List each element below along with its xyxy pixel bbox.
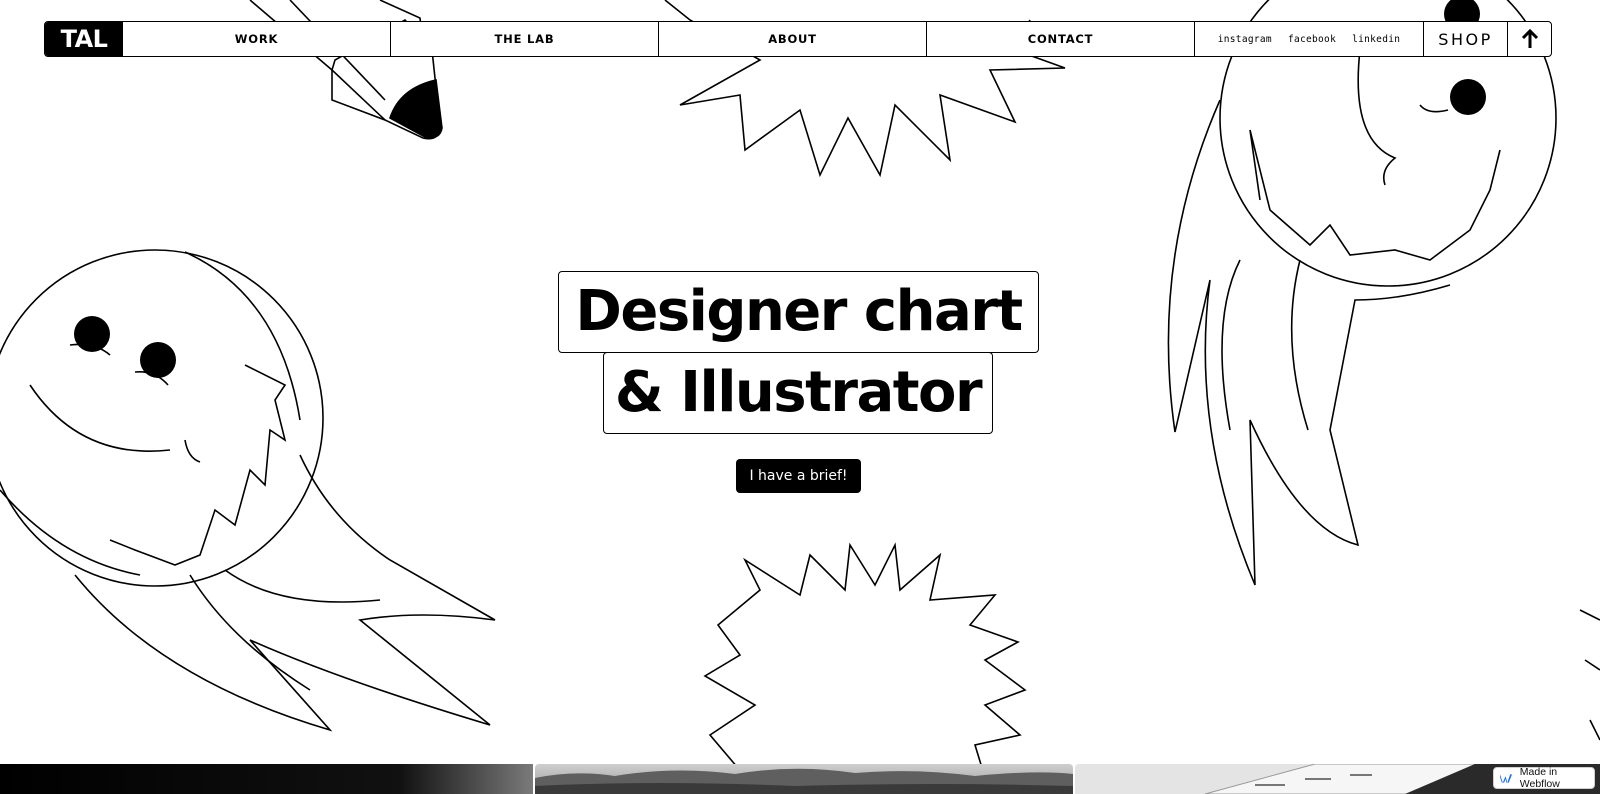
social-links: instagram facebook linkedin — [1194, 22, 1423, 56]
nav-link-work[interactable]: WORK — [123, 22, 390, 56]
nav-link-contact[interactable]: CONTACT — [926, 22, 1194, 56]
instagram-link[interactable]: instagram — [1218, 34, 1272, 45]
logo[interactable]: TAL — [45, 22, 123, 56]
arrow-up-icon — [1521, 29, 1538, 48]
brief-button[interactable]: I have a brief! — [736, 459, 861, 493]
project-card-1[interactable] — [0, 764, 533, 794]
nav-link-the-lab[interactable]: THE LAB — [390, 22, 658, 56]
linkedin-link[interactable]: linkedin — [1352, 34, 1400, 45]
smiley-comet-left — [0, 249, 496, 732]
top-navigation: TAL WORK THE LAB ABOUT CONTACT instagram… — [44, 21, 1552, 57]
made-in-webflow-badge[interactable]: Made in Webflow — [1493, 766, 1595, 790]
webflow-badge-label: Made in Webflow — [1519, 766, 1560, 790]
webflow-icon — [1500, 773, 1513, 783]
project-card-2[interactable] — [535, 764, 1073, 794]
hero-title-line-2: & Illustrator — [603, 352, 993, 434]
shop-link[interactable]: SHOP — [1423, 22, 1507, 56]
scroll-top-button[interactable] — [1507, 22, 1551, 56]
hero-title-line-1: Designer chart — [558, 271, 1039, 353]
burst-bottom-illustration — [703, 542, 1027, 794]
smiley-comet-right — [1167, 0, 1600, 741]
project-card-2-preview — [535, 768, 1073, 794]
nav-link-about[interactable]: ABOUT — [658, 22, 926, 56]
facebook-link[interactable]: facebook — [1288, 34, 1336, 45]
